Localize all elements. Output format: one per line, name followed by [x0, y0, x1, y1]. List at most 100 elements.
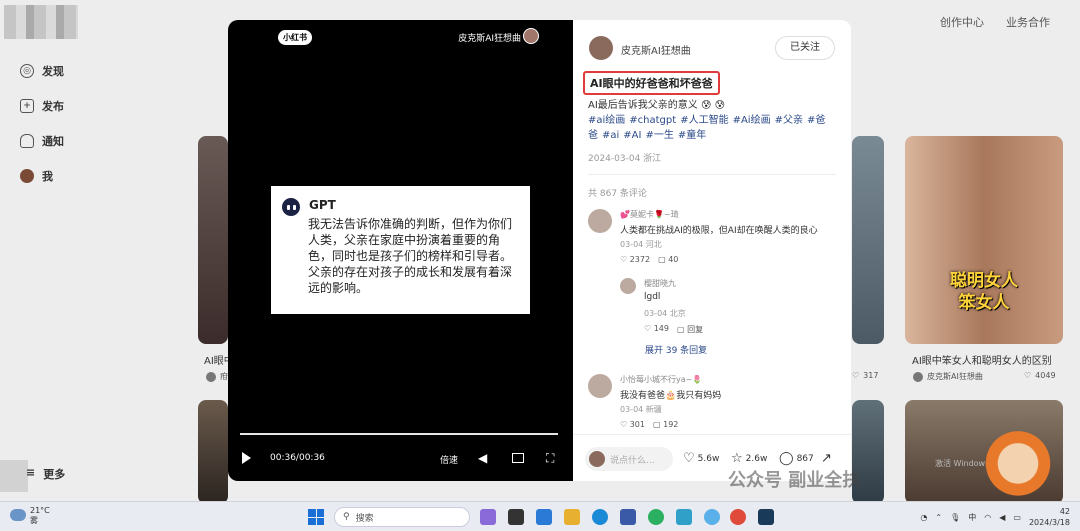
feed-card-author: 疳 — [206, 371, 228, 382]
share-button[interactable]: ↗ — [821, 451, 832, 466]
system-tray: ◔ ⌃ 🎙 中 ◠ ◀ ▭ 42 2024/3/18 — [920, 506, 1070, 528]
reply-button[interactable]: ▢ 192 — [653, 420, 678, 429]
creator-center-link[interactable]: 创作中心 — [940, 14, 984, 30]
speed-button[interactable]: 倍速 — [440, 453, 458, 466]
video-author: 皮克斯AI狂想曲 — [458, 34, 521, 44]
chrome-icon[interactable] — [730, 509, 746, 525]
logo — [4, 5, 78, 39]
comment-text: lgdl — [644, 292, 661, 302]
sidebar-item-publish[interactable]: + 发布 — [20, 97, 64, 115]
sidebar-item-notify[interactable]: 通知 — [20, 132, 64, 150]
ime-indicator[interactable]: 中 — [968, 512, 976, 523]
sidebar-item-me[interactable]: 我 — [20, 167, 64, 185]
wechat-icon[interactable] — [648, 509, 664, 525]
avatar[interactable] — [588, 374, 612, 398]
vscode-icon[interactable] — [536, 509, 552, 525]
feed-card[interactable] — [852, 136, 884, 344]
wechat-watermark: 公众号 副业全扶 — [728, 470, 861, 491]
business-link[interactable]: 业务合作 — [1006, 14, 1050, 30]
volume-icon[interactable]: ◀ — [999, 513, 1005, 522]
play-icon[interactable] — [242, 452, 251, 464]
like-button[interactable]: ♡ 2372 — [620, 255, 650, 264]
avatar[interactable] — [588, 209, 612, 233]
more-button[interactable]: ≡ 更多 — [26, 466, 65, 482]
comment-input[interactable]: 说点什么... — [585, 447, 673, 471]
like-count: 2372 — [629, 255, 651, 264]
clock-date: 2024/3/18 — [1028, 518, 1070, 527]
battery-icon[interactable]: ▭ — [1013, 513, 1021, 522]
tray-icon[interactable]: ◔ — [920, 513, 927, 522]
chevron-up-icon[interactable]: ⌃ — [935, 513, 942, 522]
overlay-line: 笨女人 — [958, 293, 1010, 313]
folder-icon[interactable] — [564, 509, 580, 525]
comment-icon: ◯ — [779, 451, 794, 466]
comment-button[interactable]: ◯ 867 — [779, 451, 814, 466]
tag-link[interactable]: #人工智能 — [680, 115, 728, 126]
follow-button[interactable]: 已关注 — [775, 36, 835, 60]
app-icon[interactable] — [508, 509, 524, 525]
tag-link[interactable]: #父亲 — [775, 115, 803, 126]
author-name: 皮克斯AI狂想曲 — [927, 372, 983, 381]
volume-icon[interactable]: ◀ — [478, 451, 487, 465]
share-icon: ↗ — [821, 451, 832, 466]
note-author[interactable]: 皮克斯AI狂想曲 — [621, 42, 691, 57]
wifi-icon[interactable]: ◠ — [984, 513, 991, 522]
feed-card[interactable] — [198, 400, 228, 504]
tag-link[interactable]: #ai — [602, 130, 619, 141]
gpt-answer-card: GPT 我无法告诉你准确的判断，但作为你们人类，父亲在家庭中扮演着重要的角色，同… — [271, 186, 530, 314]
sidebar-item-discover[interactable]: ◎ 发现 — [20, 62, 64, 80]
tag-link[interactable]: #Ai绘画 — [733, 115, 771, 126]
like-button[interactable]: ♡ 5.6w — [683, 451, 719, 466]
comment-placeholder: 说点什么... — [610, 455, 655, 466]
comment-meta: 03-04 北京 — [644, 309, 686, 318]
progress-bar[interactable] — [240, 433, 558, 435]
like-button[interactable]: ♡ 301 — [620, 420, 645, 429]
windows-start-icon[interactable] — [308, 509, 324, 525]
menu-icon: ≡ — [26, 466, 36, 479]
taskbar-search[interactable]: ⚲ 搜索 — [334, 507, 470, 527]
note-tags: #ai绘画 #chatgpt #人工智能 #Ai绘画 #父亲 #爸爸 #ai #AI #一生 #童… — [588, 113, 838, 143]
avatar[interactable] — [589, 36, 613, 60]
reply-button[interactable]: ▢ 40 — [658, 255, 678, 264]
app-icon[interactable] — [480, 509, 496, 525]
like-count: 149 — [653, 324, 669, 333]
gpt-icon — [282, 198, 300, 216]
time-display: 00:36/00:36 — [270, 453, 325, 463]
pip-icon[interactable] — [512, 453, 524, 463]
collect-button[interactable]: ☆ 2.6w — [731, 451, 767, 466]
edge-icon[interactable] — [592, 509, 608, 525]
video-player[interactable]: 小红书 皮克斯AI狂想曲 GPT 我无法告诉你准确的判断，但作为你们人类，父亲在… — [228, 20, 573, 481]
note-desc: AI最后告诉我父亲的意义 😰 😰 — [588, 100, 725, 111]
collect-count: 2.6w — [745, 453, 768, 464]
search-placeholder: 搜索 — [355, 513, 374, 524]
comment-author[interactable]: 💕莫妮卡🌹~琦 — [620, 209, 679, 220]
fullscreen-icon[interactable]: ⛶ — [546, 451, 554, 466]
reply-count: 40 — [668, 255, 679, 264]
expand-replies-link[interactable]: 展开 39 条回复 — [645, 343, 707, 356]
reply-button[interactable]: ▢ 回复 — [677, 324, 703, 335]
comment-text: 人类都在挑战AI的极限，但AI却在唤醒人类的良心 — [620, 226, 818, 236]
avatar[interactable] — [620, 278, 636, 294]
like-count: 301 — [629, 420, 645, 429]
weather-widget[interactable]: 21°C 雾 — [10, 506, 50, 526]
feed-card[interactable]: 聪明女人 笨女人 — [905, 136, 1063, 344]
comment-author[interactable]: 小怡莓小城不行ya~🌷 — [620, 374, 702, 385]
cloud-app-icon[interactable] — [704, 509, 720, 525]
comment-author[interactable]: 樱甜晓九 — [644, 278, 676, 289]
tag-link[interactable]: #chatgpt — [629, 115, 676, 126]
heart-icon: ♡ — [852, 371, 860, 380]
tag-link[interactable]: #ai绘画 — [588, 115, 625, 126]
like-button[interactable]: ♡ 149 — [644, 324, 669, 335]
app-icon[interactable] — [620, 509, 636, 525]
tag-link[interactable]: #AI — [623, 130, 641, 141]
app-icon[interactable] — [676, 509, 692, 525]
tag-link[interactable]: #一生 — [645, 130, 673, 141]
sidebar-item-label: 发布 — [42, 100, 64, 113]
top-nav: 创作中心 业务合作 — [940, 14, 1050, 30]
terminal-icon[interactable] — [758, 509, 774, 525]
tag-link[interactable]: #童年 — [678, 130, 706, 141]
temperature: 21°C — [30, 506, 50, 515]
clock[interactable]: 42 2024/3/18 — [1029, 506, 1070, 528]
feed-card[interactable] — [198, 136, 228, 344]
mic-icon[interactable]: 🎙 — [950, 513, 960, 522]
